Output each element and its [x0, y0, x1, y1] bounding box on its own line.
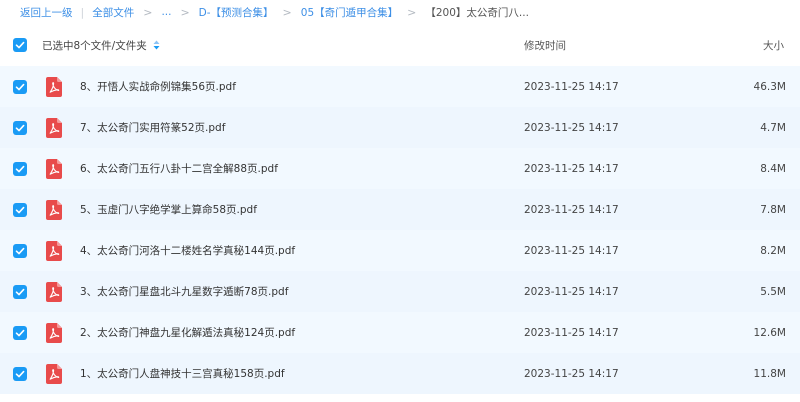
file-row[interactable]: 2、太公奇门神盘九星化解遁法真秘124页.pdf 2023-11-25 14:17…	[0, 312, 800, 353]
file-row[interactable]: 8、开悟人实战命例锦集56页.pdf 2023-11-25 14:17 46.3M	[0, 66, 800, 107]
file-list-header: 已选中8个文件/文件夹 修改时间 大小	[0, 26, 800, 64]
file-row[interactable]: 1、太公奇门人盘神技十三宫真秘158页.pdf 2023-11-25 14:17 1…	[0, 353, 800, 394]
breadcrumb-all-files[interactable]: 全部文件	[92, 5, 134, 20]
selection-count-label: 已选中8个文件/文件夹	[42, 39, 147, 52]
breadcrumb-level-2[interactable]: 05【奇门遁甲合集】	[301, 5, 398, 20]
breadcrumb-separator: >	[143, 5, 153, 19]
file-checkbox[interactable]	[13, 202, 27, 217]
breadcrumb-level-1[interactable]: D-【预测合集】	[199, 5, 274, 20]
file-row[interactable]: 6、太公奇门五行八卦十二宫全解88页.pdf 2023-11-25 14:17 8.…	[0, 148, 800, 189]
pdf-file-icon	[46, 76, 62, 97]
file-size: 7.8M	[760, 203, 786, 216]
pdf-file-icon	[46, 240, 62, 261]
breadcrumb-separator: >	[407, 5, 417, 19]
checkbox-checked-icon	[15, 247, 25, 254]
file-modified-time: 2023-11-25 14:17	[524, 80, 619, 93]
file-modified-time: 2023-11-25 14:17	[524, 121, 619, 134]
file-row[interactable]: 3、太公奇门星盘北斗九星数字遁断78页.pdf 2023-11-25 14:17 5…	[0, 271, 800, 312]
file-row[interactable]: 5、玉虚门八字绝学掌上算命58页.pdf 2023-11-25 14:17 7.8M	[0, 189, 800, 230]
file-size: 46.3M	[753, 80, 786, 93]
select-all-checkbox[interactable]	[13, 38, 27, 52]
breadcrumb-separator: >	[180, 5, 190, 19]
file-modified-time: 2023-11-25 14:17	[524, 203, 619, 216]
file-modified-time: 2023-11-25 14:17	[524, 367, 619, 380]
checkbox-checked-icon	[15, 206, 25, 213]
file-name[interactable]: 4、太公奇门河洛十二楼姓名学真秘144页.pdf	[80, 243, 295, 258]
checkbox-checked-icon	[15, 124, 25, 131]
file-size: 4.7M	[760, 121, 786, 134]
file-checkbox[interactable]	[13, 243, 27, 258]
breadcrumb-ellipsis[interactable]: ...	[161, 6, 171, 18]
file-checkbox[interactable]	[13, 325, 27, 340]
checkbox-checked-icon	[15, 370, 25, 377]
breadcrumb-separator: >	[282, 5, 292, 19]
file-modified-time: 2023-11-25 14:17	[524, 326, 619, 339]
file-name[interactable]: 1、太公奇门人盘神技十三宫真秘158页.pdf	[80, 366, 285, 381]
file-modified-time: 2023-11-25 14:17	[524, 244, 619, 257]
breadcrumb-divider: |	[80, 5, 85, 19]
file-name[interactable]: 6、太公奇门五行八卦十二宫全解88页.pdf	[80, 161, 278, 176]
file-checkbox[interactable]	[13, 120, 27, 135]
file-modified-time: 2023-11-25 14:17	[524, 285, 619, 298]
file-name[interactable]: 8、开悟人实战命例锦集56页.pdf	[80, 79, 236, 94]
file-size: 8.2M	[760, 244, 786, 257]
file-size: 8.4M	[760, 162, 786, 175]
file-modified-time: 2023-11-25 14:17	[524, 162, 619, 175]
pdf-file-icon	[46, 117, 62, 138]
file-name[interactable]: 3、太公奇门星盘北斗九星数字遁断78页.pdf	[80, 284, 288, 299]
pdf-file-icon	[46, 199, 62, 220]
breadcrumb-current: 【200】太公奇门八...	[425, 6, 529, 19]
file-checkbox[interactable]	[13, 161, 27, 176]
pdf-file-icon	[46, 322, 62, 343]
file-row[interactable]: 7、太公奇门实用符篆52页.pdf 2023-11-25 14:17 4.7M	[0, 107, 800, 148]
back-link[interactable]: 返回上一级	[20, 5, 73, 20]
file-row[interactable]: 4、太公奇门河洛十二楼姓名学真秘144页.pdf 2023-11-25 14:17…	[0, 230, 800, 271]
breadcrumb: 返回上一级 | 全部文件 > ... > D-【预测合集】 > 05【奇门遁甲合…	[0, 0, 800, 24]
file-name[interactable]: 7、太公奇门实用符篆52页.pdf	[80, 120, 225, 135]
checkbox-checked-icon	[15, 288, 25, 295]
sort-arrow-icon[interactable]	[153, 40, 160, 50]
column-header-size[interactable]: 大小	[763, 38, 784, 53]
file-size: 12.6M	[753, 326, 786, 339]
file-checkbox[interactable]	[13, 284, 27, 299]
file-size: 5.5M	[760, 285, 786, 298]
selection-count: 已选中8个文件/文件夹	[42, 38, 160, 53]
checkbox-checked-icon	[15, 41, 25, 49]
checkbox-checked-icon	[15, 165, 25, 172]
file-checkbox[interactable]	[13, 366, 27, 381]
checkbox-checked-icon	[15, 329, 25, 336]
file-size: 11.8M	[753, 367, 786, 380]
file-name[interactable]: 2、太公奇门神盘九星化解遁法真秘124页.pdf	[80, 325, 295, 340]
checkbox-checked-icon	[15, 83, 25, 90]
pdf-file-icon	[46, 158, 62, 179]
file-checkbox[interactable]	[13, 79, 27, 94]
column-header-mtime[interactable]: 修改时间	[524, 38, 566, 53]
pdf-file-icon	[46, 363, 62, 384]
pdf-file-icon	[46, 281, 62, 302]
file-name[interactable]: 5、玉虚门八字绝学掌上算命58页.pdf	[80, 202, 257, 217]
